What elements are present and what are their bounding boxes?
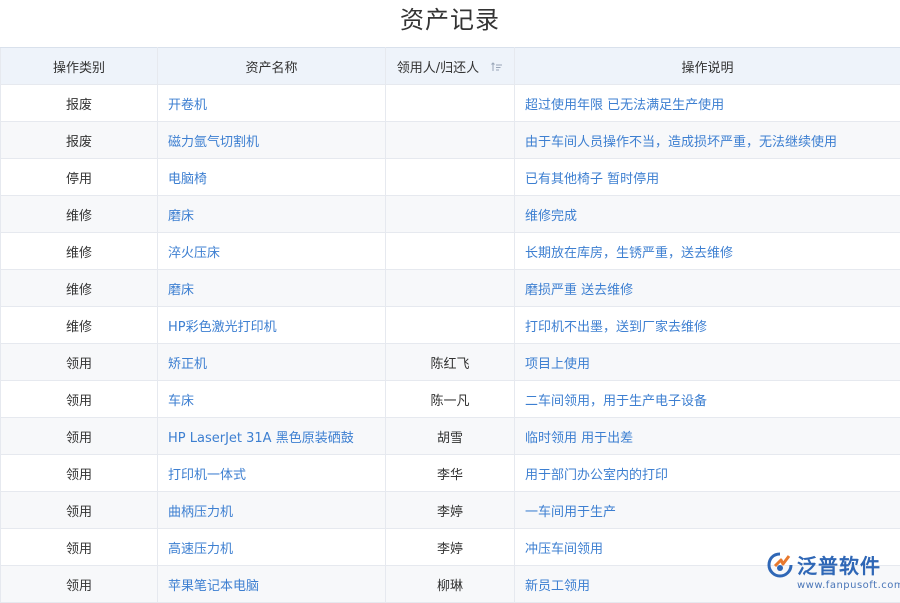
- asset-name-link[interactable]: 磁力氩气切割机: [158, 122, 386, 159]
- category-cell: 维修: [1, 196, 158, 233]
- category-cell: 领用: [1, 529, 158, 566]
- header-person-label: 领用人/归还人: [397, 61, 479, 76]
- table-row: 领用矫正机陈红飞项目上使用: [1, 344, 900, 381]
- table-row: 报废开卷机 超过使用年限 已无法满足生产使用: [1, 85, 900, 122]
- description-cell: 一车间用于生产: [515, 492, 900, 529]
- category-cell: 维修: [1, 270, 158, 307]
- person-cell: 李华: [386, 455, 515, 492]
- sort-ascending-icon[interactable]: [491, 61, 503, 76]
- description-cell: 用于部门办公室内的打印: [515, 455, 900, 492]
- person-cell: [386, 307, 515, 344]
- description-cell: 维修完成: [515, 196, 900, 233]
- table-row: 领用车床陈一凡二车间领用，用于生产电子设备: [1, 381, 900, 418]
- person-cell: [386, 85, 515, 122]
- asset-name-link[interactable]: 开卷机: [158, 85, 386, 122]
- table-row: 停用电脑椅 已有其他椅子 暂时停用: [1, 159, 900, 196]
- person-cell: 李婷: [386, 492, 515, 529]
- table-row: 维修HP彩色激光打印机 打印机不出墨，送到厂家去维修: [1, 307, 900, 344]
- description-cell: 由于车间人员操作不当，造成损坏严重，无法继续使用: [515, 122, 900, 159]
- header-person[interactable]: 领用人/归还人: [386, 48, 515, 85]
- category-cell: 报废: [1, 85, 158, 122]
- person-cell: 柳琳: [386, 566, 515, 603]
- category-cell: 报废: [1, 122, 158, 159]
- table-row: 维修磨床 磨损严重 送去维修: [1, 270, 900, 307]
- page-title: 资产记录: [0, 0, 900, 46]
- asset-name-link[interactable]: 磨床: [158, 270, 386, 307]
- asset-name-link[interactable]: 电脑椅: [158, 159, 386, 196]
- person-cell: 胡雪: [386, 418, 515, 455]
- person-cell: [386, 159, 515, 196]
- asset-name-link[interactable]: 淬火压床: [158, 233, 386, 270]
- category-cell: 领用: [1, 492, 158, 529]
- asset-name-link[interactable]: HP LaserJet 31A 黑色原装硒鼓: [158, 418, 386, 455]
- person-cell: 陈红飞: [386, 344, 515, 381]
- description-cell: 临时领用 用于出差: [515, 418, 900, 455]
- table-row: 领用HP LaserJet 31A 黑色原装硒鼓胡雪临时领用 用于出差: [1, 418, 900, 455]
- asset-name-link[interactable]: 矫正机: [158, 344, 386, 381]
- person-cell: [386, 233, 515, 270]
- asset-name-link[interactable]: 打印机一体式: [158, 455, 386, 492]
- table-row: 维修淬火压床 长期放在库房，生锈严重，送去维修: [1, 233, 900, 270]
- asset-name-link[interactable]: 曲柄压力机: [158, 492, 386, 529]
- table-row: 维修磨床 维修完成: [1, 196, 900, 233]
- category-cell: 停用: [1, 159, 158, 196]
- person-cell: 李婷: [386, 529, 515, 566]
- table-row: 领用高速压力机李婷冲压车间领用: [1, 529, 900, 566]
- category-cell: 领用: [1, 418, 158, 455]
- header-category: 操作类别: [1, 48, 158, 85]
- description-cell: 超过使用年限 已无法满足生产使用: [515, 85, 900, 122]
- description-cell: 二车间领用，用于生产电子设备: [515, 381, 900, 418]
- logo-name: 泛普软件: [797, 550, 881, 579]
- description-cell: 长期放在库房，生锈严重，送去维修: [515, 233, 900, 270]
- category-cell: 维修: [1, 233, 158, 270]
- table-row: 领用曲柄压力机李婷一车间用于生产: [1, 492, 900, 529]
- asset-name-link[interactable]: HP彩色激光打印机: [158, 307, 386, 344]
- logo-url: www.fanpusoft.com: [797, 580, 900, 591]
- person-cell: [386, 270, 515, 307]
- header-asset-name: 资产名称: [158, 48, 386, 85]
- description-cell: 已有其他椅子 暂时停用: [515, 159, 900, 196]
- fanpu-logo-icon: [767, 552, 793, 582]
- person-cell: [386, 196, 515, 233]
- asset-name-link[interactable]: 磨床: [158, 196, 386, 233]
- header-description: 操作说明: [515, 48, 900, 85]
- category-cell: 领用: [1, 455, 158, 492]
- fanpu-logo: 泛普软件 www.fanpusoft.com: [767, 548, 892, 596]
- description-cell: 打印机不出墨，送到厂家去维修: [515, 307, 900, 344]
- person-cell: [386, 122, 515, 159]
- table-row: 报废磁力氩气切割机 由于车间人员操作不当，造成损坏严重，无法继续使用: [1, 122, 900, 159]
- table-row: 领用打印机一体式李华用于部门办公室内的打印: [1, 455, 900, 492]
- asset-name-link[interactable]: 高速压力机: [158, 529, 386, 566]
- asset-name-link[interactable]: 苹果笔记本电脑: [158, 566, 386, 603]
- table-row: 领用苹果笔记本电脑柳琳新员工领用: [1, 566, 900, 603]
- table-header-row: 操作类别 资产名称 领用人/归还人 操作说明: [1, 48, 900, 85]
- description-cell: 磨损严重 送去维修: [515, 270, 900, 307]
- description-cell: 项目上使用: [515, 344, 900, 381]
- category-cell: 维修: [1, 307, 158, 344]
- person-cell: 陈一凡: [386, 381, 515, 418]
- asset-name-link[interactable]: 车床: [158, 381, 386, 418]
- category-cell: 领用: [1, 566, 158, 603]
- category-cell: 领用: [1, 344, 158, 381]
- category-cell: 领用: [1, 381, 158, 418]
- asset-records-table: 操作类别 资产名称 领用人/归还人 操作说明 报废开卷机 超过使用年限 已无法满足…: [0, 47, 900, 603]
